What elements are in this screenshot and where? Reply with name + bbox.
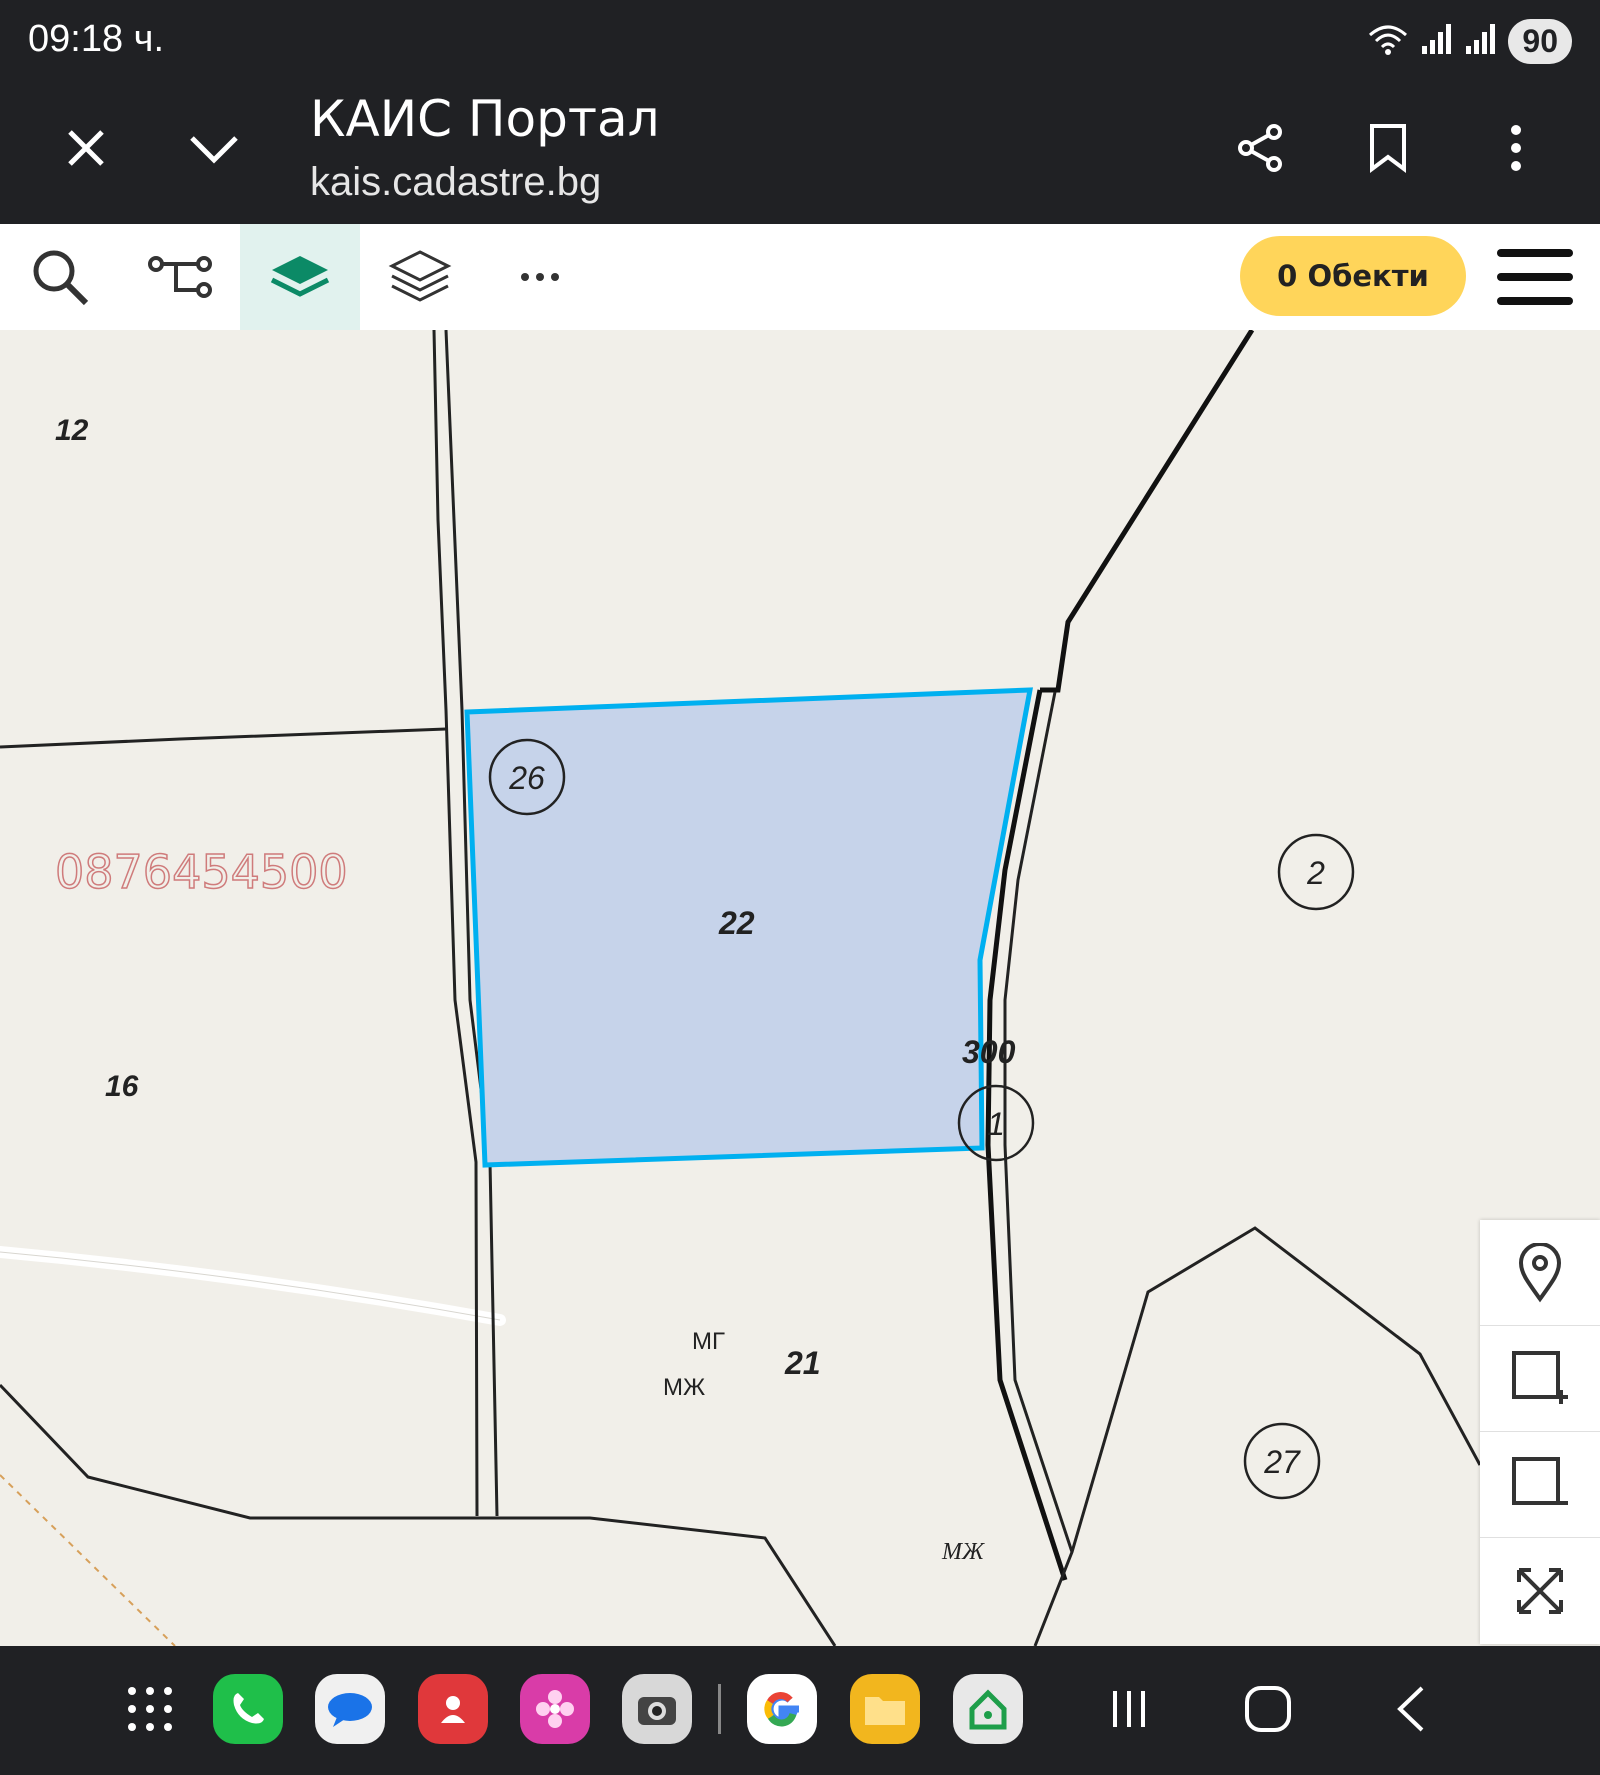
signal-icon xyxy=(1420,22,1454,61)
circle-label-2: 2 xyxy=(1306,855,1325,891)
android-nav-bar xyxy=(0,1646,1600,1775)
home-icon[interactable] xyxy=(1233,1674,1303,1744)
white-road xyxy=(0,1246,506,1326)
phone-watermark: 0876454500 xyxy=(55,845,348,899)
fullscreen-icon[interactable] xyxy=(1480,1538,1600,1643)
circle-label-1: 1 xyxy=(987,1106,1005,1142)
parcel-label-21: 21 xyxy=(784,1345,821,1381)
map-canvas: 12 16 22 21 300 0876454500 МГ МЖ МЖ 26 2… xyxy=(0,330,1482,1646)
objects-button[interactable]: 0 Обекти xyxy=(1240,236,1466,316)
status-bar: 09:18 ч. 90 xyxy=(0,0,1600,82)
phone-app-icon[interactable] xyxy=(213,1674,283,1744)
app-drawer-icon[interactable] xyxy=(115,1674,185,1744)
camera-app-icon[interactable] xyxy=(622,1674,692,1744)
road-line-left xyxy=(432,330,479,1517)
page-url[interactable]: kais.cadastre.bg xyxy=(310,160,601,205)
wifi-icon xyxy=(1366,21,1410,62)
messages-app-icon[interactable] xyxy=(315,1674,385,1744)
smart-home-app-icon[interactable] xyxy=(953,1674,1023,1744)
layers-active-icon[interactable] xyxy=(240,224,360,330)
files-app-icon[interactable] xyxy=(850,1674,920,1744)
layers-icon[interactable] xyxy=(360,224,480,330)
boundary-21-south xyxy=(0,1383,837,1646)
share-icon[interactable] xyxy=(1230,118,1290,178)
signal-icon-2 xyxy=(1464,22,1498,61)
status-time: 09:18 ч. xyxy=(28,18,165,60)
google-app-icon[interactable] xyxy=(747,1674,817,1744)
close-icon[interactable] xyxy=(56,118,116,178)
search-icon[interactable] xyxy=(0,224,120,330)
landuse-mg: МГ xyxy=(692,1328,725,1355)
parcel-label-12: 12 xyxy=(55,414,89,447)
parcel-label-22: 22 xyxy=(718,905,755,941)
battery-indicator: 90 xyxy=(1508,18,1572,64)
zoom-in-box-icon[interactable] xyxy=(1480,1326,1600,1432)
route-icon[interactable] xyxy=(120,224,240,330)
back-icon[interactable] xyxy=(1375,1674,1445,1744)
landuse-mzh-2: МЖ xyxy=(941,1539,985,1565)
page-title: КАИС Портал xyxy=(310,90,660,148)
map-controls xyxy=(1480,1220,1600,1644)
more-horiz-icon[interactable] xyxy=(480,224,600,330)
more-vert-icon[interactable] xyxy=(1486,118,1546,178)
boundary-27 xyxy=(1033,1226,1482,1646)
bookmark-icon[interactable] xyxy=(1358,118,1418,178)
cadastral-map[interactable]: 12 16 22 21 300 0876454500 МГ МЖ МЖ 26 2… xyxy=(0,330,1600,1646)
dotted-boundary xyxy=(0,1474,176,1646)
boundary-thick-ne xyxy=(1040,330,1255,693)
zoom-out-box-icon[interactable] xyxy=(1480,1432,1600,1538)
road-label-300: 300 xyxy=(962,1034,1016,1070)
recents-icon[interactable] xyxy=(1094,1674,1164,1744)
chevron-down-icon[interactable] xyxy=(184,118,244,178)
dock-divider xyxy=(718,1684,721,1734)
contacts-app-icon[interactable] xyxy=(418,1674,488,1744)
landuse-mzh: МЖ xyxy=(663,1374,705,1401)
gallery-app-icon[interactable] xyxy=(520,1674,590,1744)
map-toolbar: 0 Обекти xyxy=(0,224,1600,331)
parcel-label-16: 16 xyxy=(105,1070,139,1103)
circle-label-27: 27 xyxy=(1263,1444,1301,1480)
menu-icon[interactable] xyxy=(1490,240,1580,314)
location-pin-icon[interactable] xyxy=(1480,1220,1600,1326)
browser-bar: КАИС Портал kais.cadastre.bg xyxy=(0,82,1600,224)
circle-label-26: 26 xyxy=(508,760,545,796)
status-icons: 90 xyxy=(1366,18,1572,64)
boundary-12-16 xyxy=(0,727,447,749)
